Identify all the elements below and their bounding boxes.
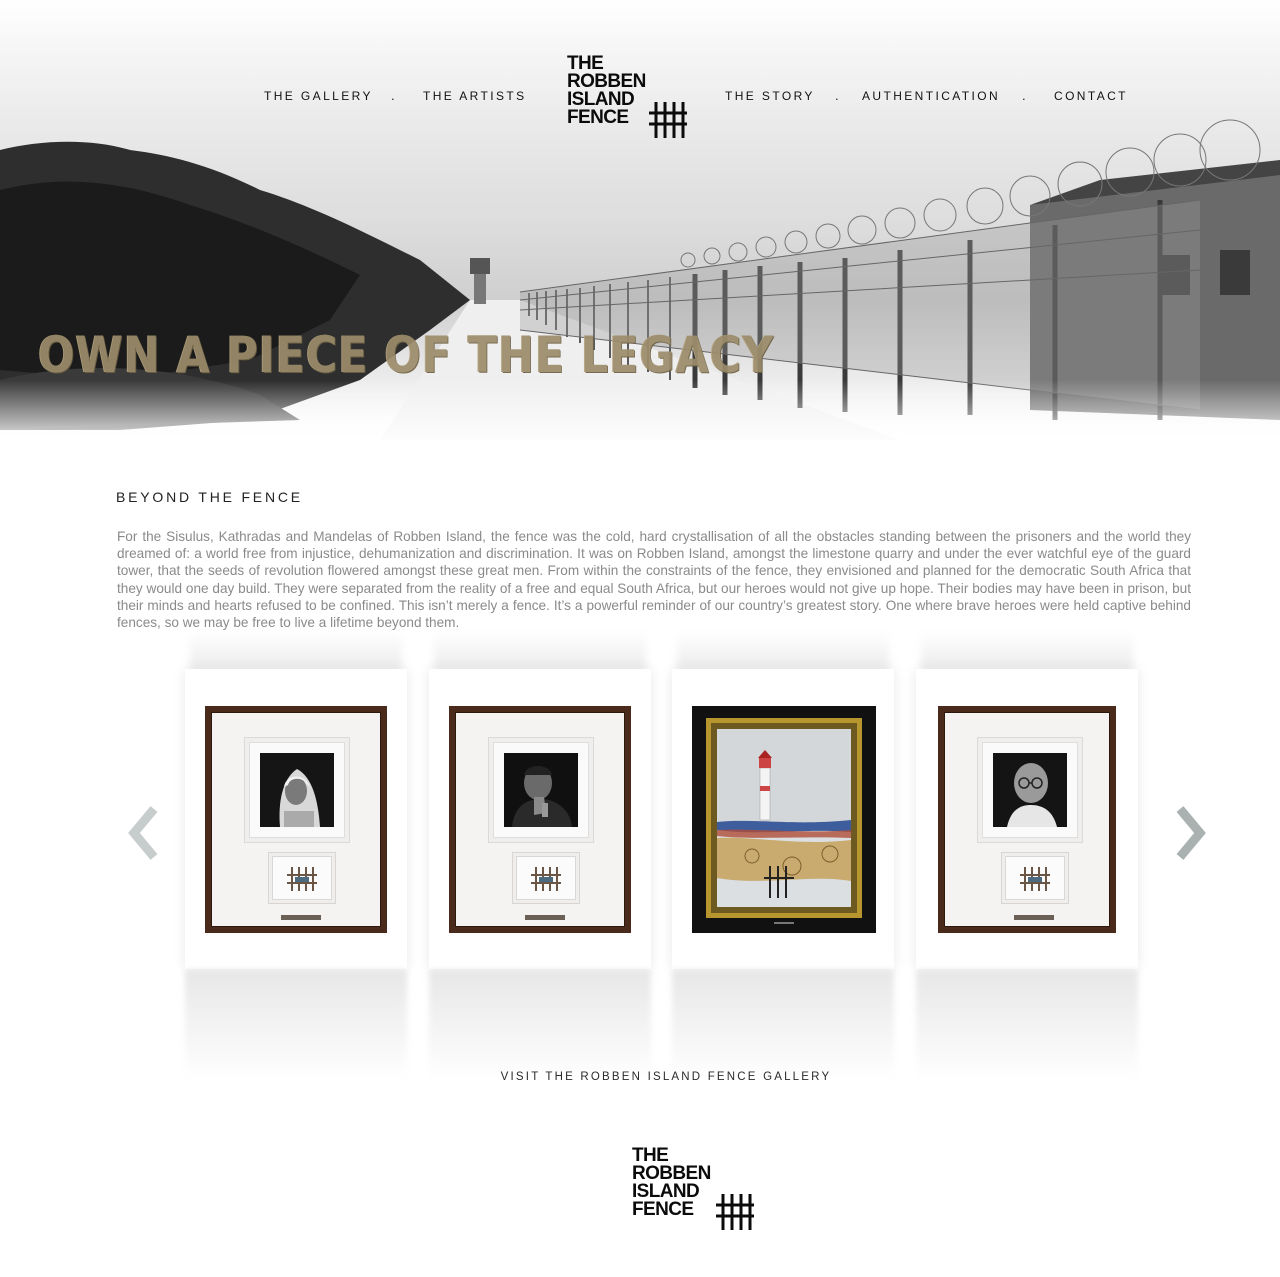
fence-piece-icon <box>287 867 317 891</box>
carousel-next-button[interactable] <box>1170 805 1210 861</box>
fence-piece-icon <box>1020 867 1050 891</box>
card-top-shadow <box>921 630 1133 670</box>
nav-the-story[interactable]: THE STORY <box>725 89 815 103</box>
artwork-card[interactable] <box>672 669 894 969</box>
nav-the-artists[interactable]: THE ARTISTS <box>423 89 527 103</box>
chevron-left-icon <box>128 806 158 860</box>
photo-mat <box>982 742 1078 838</box>
card-top-shadow <box>190 630 402 670</box>
name-plaque <box>281 915 321 920</box>
artwork-frame <box>205 706 387 933</box>
photo-mat <box>249 742 345 838</box>
hero-tagline: OWN A PIECE OF THE LEGACY <box>38 326 775 384</box>
logo-line: FENCE <box>567 107 629 128</box>
nav-separator: . <box>391 88 395 103</box>
fence-hash-icon <box>716 1194 754 1230</box>
name-plaque <box>525 915 565 920</box>
name-plaque <box>1014 915 1054 920</box>
nav-authentication[interactable]: AUTHENTICATION <box>862 89 1000 103</box>
fence-piece-icon <box>531 867 561 891</box>
nav-contact[interactable]: CONTACT <box>1054 89 1128 103</box>
artwork-card[interactable] <box>429 669 651 969</box>
artwork-frame <box>938 706 1116 933</box>
artwork-carousel <box>0 630 1280 1080</box>
chevron-right-icon <box>1176 806 1206 860</box>
painting-frame <box>692 706 876 933</box>
woman-in-headscarf-portrait <box>260 753 334 827</box>
site-logo[interactable]: THE ROBBEN ISLAND FENCE <box>567 54 692 140</box>
artwork-card[interactable] <box>185 669 407 969</box>
card-reflection <box>916 970 1138 1080</box>
artwork-card[interactable] <box>916 669 1138 969</box>
hero-banner: THE GALLERY . THE ARTISTS THE STORY . AU… <box>0 0 1280 450</box>
man-with-glasses-portrait <box>993 753 1067 827</box>
man-with-hand-on-chin-portrait <box>504 753 578 827</box>
artwork-frame <box>449 706 631 933</box>
intro-paragraph: For the Sisulus, Kathradas and Mandelas … <box>117 529 1191 631</box>
visit-gallery-link[interactable]: VISIT THE ROBBEN ISLAND FENCE GALLERY <box>0 1071 1280 1083</box>
card-top-shadow <box>677 630 889 670</box>
photo-mat <box>493 742 589 838</box>
nav-the-gallery[interactable]: THE GALLERY <box>264 89 373 103</box>
fence-piece-mat <box>1005 856 1065 900</box>
card-reflection <box>672 970 894 1080</box>
carousel-prev-button[interactable] <box>124 805 164 861</box>
lighthouse-painting <box>706 718 862 924</box>
card-reflection <box>185 970 407 1080</box>
fence-piece-mat <box>272 856 332 900</box>
section-title: BEYOND THE FENCE <box>116 489 303 505</box>
fence-piece-mat <box>516 856 576 900</box>
logo-line: FENCE <box>632 1199 694 1220</box>
fence-hash-icon <box>649 102 687 138</box>
card-reflection <box>429 970 651 1080</box>
nav-separator: . <box>835 88 839 103</box>
card-top-shadow <box>434 630 646 670</box>
footer-logo[interactable]: THE ROBBEN ISLAND FENCE <box>632 1146 760 1234</box>
nav-separator: . <box>1022 88 1026 103</box>
